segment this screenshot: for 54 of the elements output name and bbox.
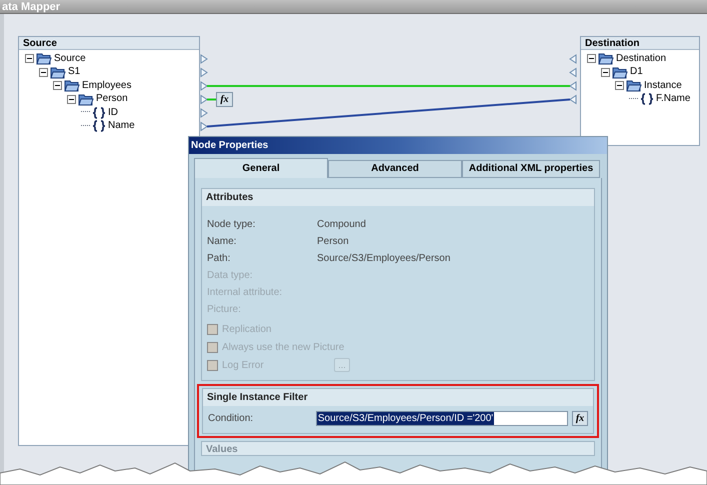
group-header: Values — [201, 441, 595, 456]
tree-node-label[interactable]: F.Name — [656, 94, 690, 104]
folder-icon — [612, 66, 628, 79]
tab[interactable]: Advanced — [328, 160, 462, 178]
tree-node-label[interactable]: Instance — [644, 80, 682, 91]
condition-field[interactable]: Source/S3/Employees/Person/ID ='200' — [316, 411, 568, 426]
checkbox-label: Replication — [222, 322, 272, 336]
folder-icon — [36, 52, 52, 66]
window-title: ata Mapper — [2, 1, 60, 13]
collapse-icon[interactable] — [25, 54, 34, 64]
collapse-icon[interactable] — [601, 68, 610, 77]
property-value: Source/S3/Employees/Person — [317, 252, 450, 266]
tree-node-label[interactable]: Destination — [616, 54, 666, 64]
folder-icon — [598, 52, 614, 66]
tree-node-label[interactable]: Person — [96, 94, 128, 104]
checkbox-label: Log Error — [222, 358, 265, 372]
folder-icon — [64, 79, 80, 92]
braces-icon — [640, 93, 654, 106]
tree-node-label[interactable]: Source — [54, 54, 86, 64]
group-header: Attributes — [202, 189, 594, 206]
property-label: Node type: — [207, 218, 256, 232]
group-header: Single Instance Filter — [203, 389, 593, 406]
property-label: Picture: — [207, 303, 242, 317]
property-value: Person — [317, 235, 349, 249]
property-label: Internal attribute: — [207, 286, 284, 300]
checkbox-label: Always use the new Picture — [222, 340, 344, 354]
collapse-icon[interactable] — [67, 94, 76, 104]
function-button[interactable]: fx — [572, 411, 588, 426]
tree-node-label[interactable]: D1 — [630, 67, 643, 78]
selected-text: Source/S3/Employees/Person/ID ='200' — [316, 412, 494, 425]
folder-icon — [78, 92, 94, 106]
collapse-icon[interactable] — [615, 81, 624, 90]
tree-node-label[interactable]: Name — [108, 121, 135, 132]
function-button[interactable]: fx — [216, 92, 233, 107]
braces-icon — [92, 106, 106, 119]
collapse-icon[interactable] — [53, 81, 62, 90]
collapse-icon[interactable] — [39, 68, 48, 77]
braces-icon — [92, 120, 106, 132]
property-label: Path: — [207, 252, 232, 266]
tab[interactable]: General — [194, 158, 328, 178]
collapse-icon[interactable] — [587, 54, 596, 64]
tree-node-label[interactable]: ID — [108, 108, 118, 118]
folder-icon — [626, 79, 642, 92]
tree-node-label[interactable]: S1 — [68, 67, 80, 78]
panel-header: Source — [19, 37, 199, 50]
tab[interactable]: Additional XML properties — [462, 160, 600, 178]
tree-node-label[interactable]: Employees — [82, 80, 132, 91]
folder-icon — [50, 66, 66, 79]
condition-label: Condition: — [208, 412, 254, 426]
property-label: Data type: — [207, 269, 254, 283]
panel-header: Destination — [581, 37, 699, 50]
property-value: Compound — [317, 218, 366, 232]
dialog-title: Node Properties — [191, 140, 268, 151]
property-label: Name: — [207, 235, 238, 249]
